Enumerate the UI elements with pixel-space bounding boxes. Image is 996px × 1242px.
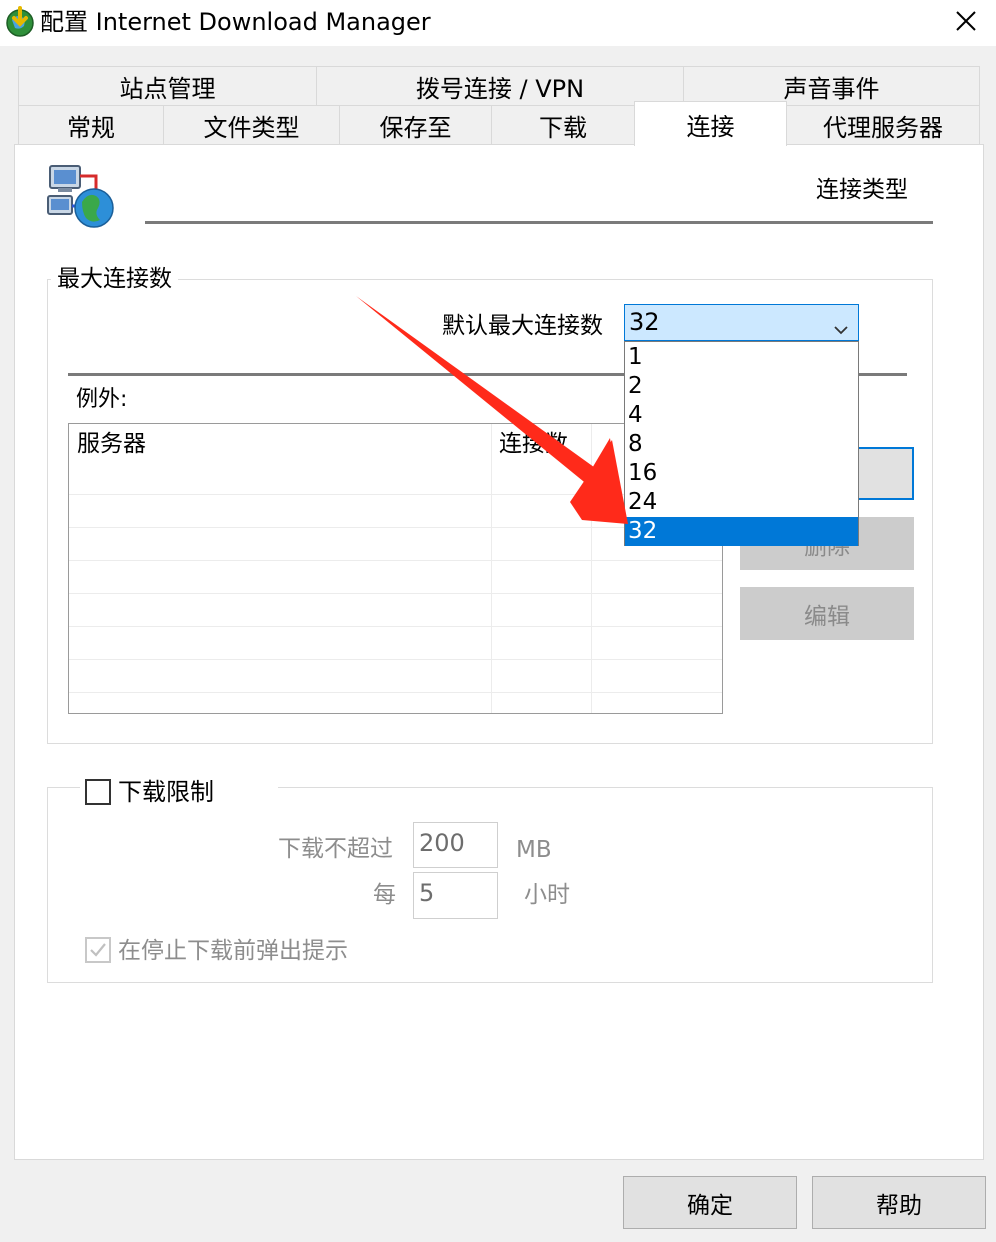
dropdown-option[interactable]: 8 <box>625 430 858 459</box>
max-connections-select[interactable]: 32 <box>624 304 859 341</box>
checkmark-icon <box>87 943 109 965</box>
tab-label: 文件类型 <box>203 113 300 142</box>
table-row <box>69 659 722 660</box>
table-row <box>69 626 722 627</box>
tab-label: 声音事件 <box>783 74 880 103</box>
network-globe-icon <box>44 162 116 232</box>
limit-period-unit: 小时 <box>524 882 570 908</box>
dropdown-option[interactable]: 1 <box>625 343 858 372</box>
edit-server-button[interactable]: 编辑 <box>740 587 914 640</box>
tab-label: 下载 <box>539 113 587 142</box>
chevron-down-icon <box>832 314 850 335</box>
window-title: 配置 Internet Download Manager <box>40 8 431 36</box>
limit-amount-input[interactable]: 200 <box>413 822 498 868</box>
idm-app-icon <box>4 6 36 38</box>
limit-period-input[interactable]: 5 <box>413 872 498 919</box>
close-icon <box>955 10 977 36</box>
section-title: 连接类型 <box>816 177 908 203</box>
tab-site-management[interactable]: 站点管理 <box>18 66 317 106</box>
dropdown-option-selected[interactable]: 32 <box>625 517 858 546</box>
exceptions-label: 例外: <box>76 387 128 412</box>
tab-dialup-vpn[interactable]: 拨号连接 / VPN <box>316 66 684 106</box>
dropdown-option[interactable]: 24 <box>625 488 858 517</box>
tab-general[interactable]: 常规 <box>18 105 164 145</box>
ok-button[interactable]: 确定 <box>623 1176 797 1229</box>
limit-amount-label: 下载不超过 <box>278 836 393 862</box>
tab-label: 站点管理 <box>119 74 216 103</box>
header-divider <box>145 221 933 224</box>
dropdown-option[interactable]: 16 <box>625 459 858 488</box>
limit-period-label: 每 <box>373 882 396 908</box>
default-max-connections-label: 默认最大连接数 <box>442 313 603 339</box>
help-button[interactable]: 帮助 <box>812 1176 986 1229</box>
tab-label: 连接 <box>686 112 735 141</box>
tab-sound-events[interactable]: 声音事件 <box>683 66 980 106</box>
tab-proxy-server[interactable]: 代理服务器 <box>786 105 980 145</box>
close-button[interactable] <box>944 4 988 42</box>
button-label: 帮助 <box>876 1192 922 1219</box>
tab-label: 拨号连接 / VPN <box>415 74 585 103</box>
download-limit-checkbox[interactable] <box>85 779 111 805</box>
max-connections-legend: 最大连接数 <box>51 264 178 294</box>
tab-label: 代理服务器 <box>823 113 943 142</box>
max-connections-dropdown-list[interactable]: 1 2 4 8 16 24 32 <box>624 341 859 546</box>
tab-downloads[interactable]: 下载 <box>491 105 635 145</box>
tab-label: 保存至 <box>379 113 452 142</box>
button-label: 确定 <box>687 1192 733 1219</box>
dropdown-option[interactable]: 2 <box>625 372 858 401</box>
column-header-server[interactable]: 服务器 <box>69 424 491 468</box>
tab-connection[interactable]: 连接 <box>634 101 787 146</box>
dropdown-option[interactable]: 4 <box>625 401 858 430</box>
limit-amount-unit: MB <box>516 837 552 863</box>
tab-label: 常规 <box>67 113 115 142</box>
popup-before-stop-checkbox[interactable] <box>85 937 111 963</box>
table-row <box>69 692 722 693</box>
popup-before-stop-label: 在停止下载前弹出提示 <box>118 938 348 964</box>
button-label: 编辑 <box>804 603 850 630</box>
tab-save-to[interactable]: 保存至 <box>339 105 492 145</box>
column-separator <box>591 424 592 713</box>
column-header-connections[interactable]: 连接数 <box>491 424 591 468</box>
select-value: 32 <box>629 308 660 336</box>
tab-file-types[interactable]: 文件类型 <box>163 105 340 145</box>
download-limit-label[interactable]: 下载限制 <box>118 776 214 808</box>
table-row <box>69 593 722 594</box>
column-separator <box>491 424 492 713</box>
table-row <box>69 560 722 561</box>
